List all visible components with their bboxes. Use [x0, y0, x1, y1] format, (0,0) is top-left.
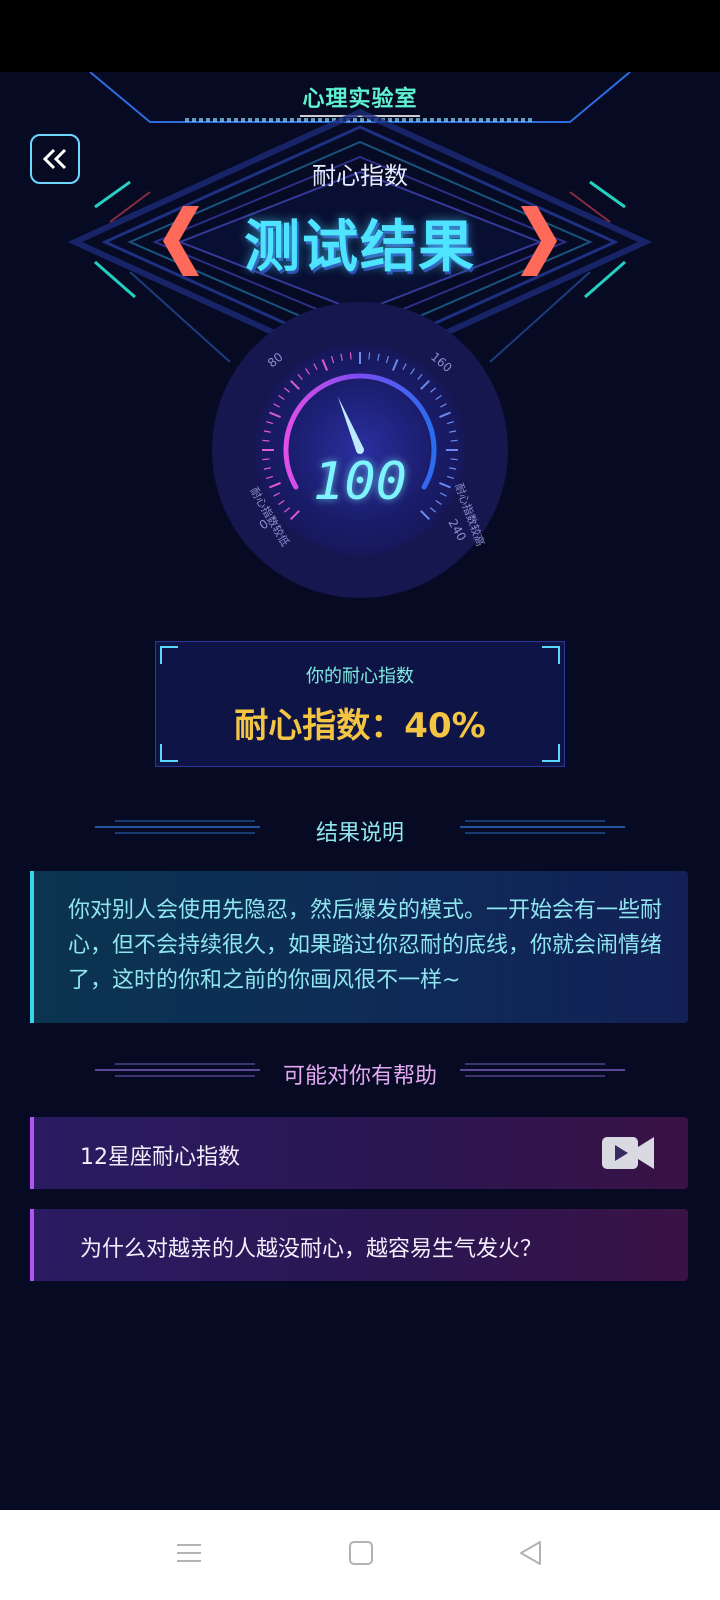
- explanation-box: 你对别人会使用先隐忍，然后爆发的模式。一开始会有一些耐心，但不会持续很久，如果踏…: [30, 871, 688, 1023]
- score-value: 耐心指数：40%: [234, 706, 486, 746]
- patience-gauge: 0 80 160 240 耐心指数较低 耐心指数较高 100: [210, 300, 510, 600]
- help-item-zodiac[interactable]: 12星座耐心指数: [30, 1117, 688, 1189]
- section-divider-right: [460, 820, 625, 834]
- help-divider-right: [460, 1063, 625, 1077]
- gauge-value: 100: [313, 452, 407, 512]
- home-icon[interactable]: [348, 1540, 374, 1566]
- score-card: 你的耐心指数 耐心指数：40%: [155, 641, 565, 767]
- help-item-label: 为什么对越亲的人越没耐心，越容易生气发火？: [80, 1237, 543, 1262]
- chevron-right-icon: [521, 206, 557, 276]
- help-item-label: 12星座耐心指数: [80, 1145, 240, 1170]
- app-title: 心理实验室: [302, 87, 418, 112]
- test-subtitle: 耐心指数: [312, 162, 408, 190]
- result-header: 心理实验室 耐心指数 测试结果 0 80 160 240 耐心指数较低 耐心指数…: [0, 72, 720, 632]
- status-bar: [0, 0, 720, 72]
- menu-icon[interactable]: [176, 1540, 202, 1566]
- system-nav-bar: [0, 1510, 720, 1600]
- help-item-temper[interactable]: 为什么对越亲的人越没耐心，越容易生气发火？: [30, 1209, 688, 1281]
- result-title: 测试结果: [244, 215, 476, 280]
- video-icon: [602, 1137, 654, 1169]
- explanation-text: 你对别人会使用先隐忍，然后爆发的模式。一开始会有一些耐心，但不会持续很久，如果踏…: [68, 898, 663, 993]
- back-triangle-icon[interactable]: [518, 1540, 544, 1566]
- score-label: 你的耐心指数: [306, 666, 414, 687]
